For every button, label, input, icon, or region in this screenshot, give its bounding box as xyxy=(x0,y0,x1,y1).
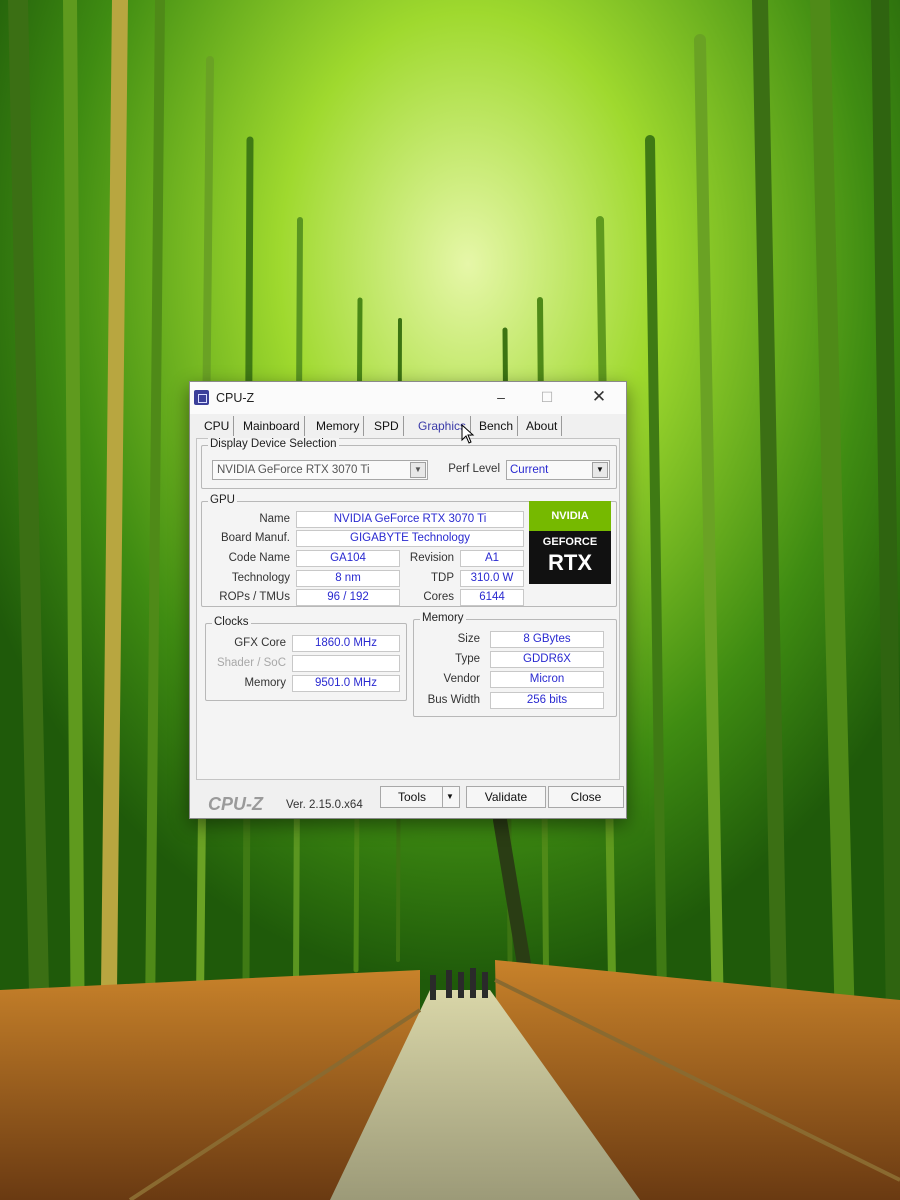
memory-size-value: 8 GBytes xyxy=(490,631,604,648)
minimize-button[interactable]: – xyxy=(486,386,516,408)
tools-button[interactable]: Tools ▼ xyxy=(380,786,460,808)
clocks-group: Clocks GFX Core 1860.0 MHz Shader / SoC … xyxy=(205,616,407,701)
mouse-cursor-icon xyxy=(461,424,475,444)
gfx-core-label: GFX Core xyxy=(234,637,286,649)
display-device-group: Display Device Selection NVIDIA GeForce … xyxy=(201,438,617,489)
shader-soc-value xyxy=(292,655,400,672)
tab-bench[interactable]: Bench xyxy=(475,416,519,436)
cpuz-brand-logo: CPU-Z xyxy=(208,794,263,814)
size-label: Size xyxy=(457,633,480,645)
board-manuf-label: Board Manuf. xyxy=(220,532,290,544)
gfx-core-value: 1860.0 MHz xyxy=(292,635,400,652)
window-title: CPU-Z xyxy=(216,391,255,405)
code-name-label: Code Name xyxy=(228,552,290,564)
display-device-group-label: Display Device Selection xyxy=(208,438,339,450)
perf-level-value: Current xyxy=(510,464,549,476)
shader-soc-label: Shader / SoC xyxy=(216,657,286,669)
memory-group: Memory Size 8 GBytes Type GDDR6X Vendor … xyxy=(413,612,617,717)
name-label: Name xyxy=(259,513,290,525)
bus-width-value: 256 bits xyxy=(490,692,604,709)
gpu-group-label: GPU xyxy=(208,494,237,506)
maximize-button[interactable]: ☐ xyxy=(532,386,562,408)
perf-level-select[interactable]: Current ▼ xyxy=(506,460,610,480)
memory-vendor-value: Micron xyxy=(490,671,604,688)
tdp-label: TDP xyxy=(431,572,454,584)
bus-width-label: Bus Width xyxy=(427,694,480,706)
device-select[interactable]: NVIDIA GeForce RTX 3070 Ti ▼ xyxy=(212,460,428,480)
close-button[interactable]: Close xyxy=(548,786,624,808)
title-bar[interactable]: CPU-Z – ☐ ✕ xyxy=(190,382,626,414)
perf-level-label: Perf Level xyxy=(448,463,500,475)
version-text: Ver. 2.15.0.x64 xyxy=(286,799,363,811)
validate-button[interactable]: Validate xyxy=(466,786,546,808)
memory-group-label: Memory xyxy=(420,612,466,624)
cpuz-window: CPU-Z – ☐ ✕ CPU Mainboard Memory SPD Gra… xyxy=(189,381,627,819)
technology-label: Technology xyxy=(231,572,290,584)
technology-value: 8 nm xyxy=(296,570,400,587)
memory-type-value: GDDR6X xyxy=(490,651,604,668)
gpu-name-value: NVIDIA GeForce RTX 3070 Ti xyxy=(296,511,524,528)
tab-mainboard[interactable]: Mainboard xyxy=(239,416,305,436)
type-label: Type xyxy=(455,653,480,665)
memory-clock-label: Memory xyxy=(244,677,286,689)
clocks-group-label: Clocks xyxy=(212,616,251,628)
board-manuf-value: GIGABYTE Technology xyxy=(296,530,524,547)
code-name-value: GA104 xyxy=(296,550,400,567)
device-select-value: NVIDIA GeForce RTX 3070 Ti xyxy=(217,464,370,476)
rops-tmus-value: 96 / 192 xyxy=(296,589,400,606)
chevron-down-icon: ▼ xyxy=(592,462,608,478)
tab-cpu[interactable]: CPU xyxy=(200,416,235,436)
chevron-down-icon: ▼ xyxy=(442,787,457,807)
rops-tmus-label: ROPs / TMUs xyxy=(219,591,290,603)
graphics-panel: Display Device Selection NVIDIA GeForce … xyxy=(196,438,620,780)
nvidia-logo-text: NVIDIA xyxy=(529,501,611,531)
tab-spd[interactable]: SPD xyxy=(370,416,404,436)
close-window-button[interactable]: ✕ xyxy=(584,386,614,408)
revision-value: A1 xyxy=(460,550,524,567)
geforce-logo-text: GEFORCE xyxy=(542,536,598,548)
rtx-logo-text: RTX xyxy=(548,550,592,575)
tab-about[interactable]: About xyxy=(522,416,563,436)
cores-label: Cores xyxy=(423,591,454,603)
nvidia-geforce-rtx-logo: NVIDIA GEFORCE RTX xyxy=(529,501,611,584)
memory-clock-value: 9501.0 MHz xyxy=(292,675,400,692)
revision-label: Revision xyxy=(409,552,454,564)
cores-value: 6144 xyxy=(460,589,524,606)
tools-button-label: Tools xyxy=(397,790,426,804)
vendor-label: Vendor xyxy=(443,673,480,685)
cpuz-app-icon xyxy=(194,390,209,405)
tab-memory[interactable]: Memory xyxy=(312,416,365,436)
chevron-down-icon: ▼ xyxy=(410,462,426,478)
tdp-value: 310.0 W xyxy=(460,570,524,587)
